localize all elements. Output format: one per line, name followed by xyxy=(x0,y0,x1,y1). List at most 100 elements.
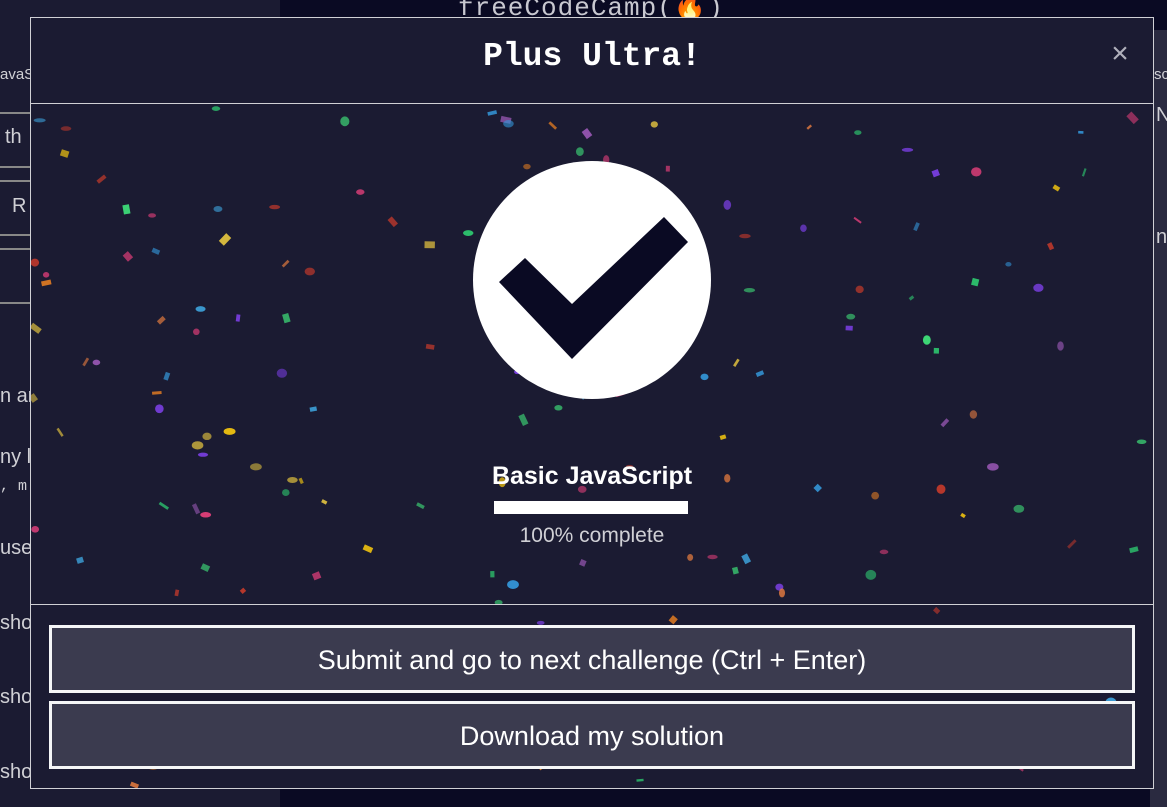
confetti-piece xyxy=(854,130,862,135)
confetti-piece xyxy=(971,167,982,177)
confetti-piece xyxy=(1136,439,1147,445)
submit-next-challenge-button[interactable]: Submit and go to next challenge (Ctrl + … xyxy=(49,625,1135,693)
confetti-piece xyxy=(778,588,786,598)
confetti-piece xyxy=(304,267,315,276)
background-text: n xyxy=(1156,226,1167,248)
confetti-piece xyxy=(92,359,101,366)
confetti-piece xyxy=(579,558,587,567)
completion-modal: Plus Ultra! × Basic JavaScript 100% comp… xyxy=(30,17,1154,789)
confetti-piece xyxy=(31,322,42,334)
confetti-piece xyxy=(1005,262,1012,267)
confetti-piece xyxy=(282,313,291,324)
confetti-piece xyxy=(193,328,200,336)
confetti-piece xyxy=(846,313,856,320)
confetti-piece xyxy=(743,287,756,293)
checkmark-icon xyxy=(473,161,711,399)
confetti-piece xyxy=(211,106,221,111)
confetti-piece xyxy=(31,393,39,403)
progress-bar xyxy=(494,501,688,514)
close-icon[interactable]: × xyxy=(1105,36,1135,72)
background-text: th xyxy=(5,126,22,148)
confetti-piece xyxy=(913,222,920,232)
confetti-piece xyxy=(1033,283,1044,292)
confetti-piece xyxy=(223,428,236,435)
background-text: N xyxy=(1156,104,1167,126)
confetti-piece xyxy=(554,405,563,411)
confetti-piece xyxy=(311,571,322,581)
confetti-piece xyxy=(195,306,206,312)
confetti-piece xyxy=(129,781,140,788)
confetti-piece xyxy=(853,216,862,224)
confetti-piece xyxy=(650,121,658,128)
confetti-piece xyxy=(933,347,940,354)
confetti-piece xyxy=(755,370,765,377)
confetti-piece xyxy=(581,127,593,140)
confetti-piece xyxy=(1081,168,1087,177)
confetti-piece xyxy=(218,233,232,246)
confetti-piece xyxy=(239,587,247,594)
download-solution-button[interactable]: Download my solution xyxy=(49,701,1135,769)
confetti-piece xyxy=(281,259,290,268)
modal-title: Plus Ultra! xyxy=(483,38,701,75)
confetti-piece xyxy=(31,258,40,267)
confetti-piece xyxy=(503,119,514,128)
confetti-piece xyxy=(96,174,107,184)
confetti-piece xyxy=(922,335,931,345)
confetti-piece xyxy=(59,149,70,158)
background-text: use xyxy=(0,537,33,559)
confetti-piece xyxy=(269,204,281,210)
confetti-piece xyxy=(82,357,90,367)
confetti-piece xyxy=(235,314,241,322)
confetti-piece xyxy=(41,279,52,287)
confetti-piece xyxy=(487,110,498,116)
confetti-piece xyxy=(731,566,739,575)
confetti-piece xyxy=(723,200,732,210)
background-input xyxy=(0,248,32,304)
confetti-piece xyxy=(668,615,678,625)
confetti-piece xyxy=(309,406,318,412)
confetti-piece xyxy=(687,553,694,561)
confetti-piece xyxy=(575,147,584,156)
confetti-piece xyxy=(33,118,46,123)
confetti-piece xyxy=(548,121,558,130)
background-text: ny l xyxy=(0,446,32,468)
confetti-piece xyxy=(500,115,512,124)
confetti-piece xyxy=(940,418,950,428)
confetti-piece xyxy=(200,512,212,518)
confetti-piece xyxy=(719,434,727,440)
modal-footer xyxy=(31,604,1153,605)
confetti-piece xyxy=(56,427,64,437)
confetti-piece xyxy=(122,251,134,262)
confetti-piece xyxy=(636,778,644,782)
confetti-piece xyxy=(865,569,877,580)
confetti-piece xyxy=(76,556,84,564)
confetti-piece xyxy=(931,169,940,178)
confetti-piece xyxy=(707,554,718,560)
confetti-piece xyxy=(191,441,204,450)
confetti-piece xyxy=(213,205,223,212)
confetti-piece xyxy=(733,358,740,367)
background-text: sc xyxy=(1154,66,1167,83)
confetti-piece xyxy=(122,204,131,215)
confetti-piece xyxy=(200,563,211,572)
confetti-piece xyxy=(806,124,813,130)
confetti-piece xyxy=(960,512,966,519)
block-title: Basic JavaScript xyxy=(491,462,693,490)
confetti-piece xyxy=(156,315,166,325)
confetti-piece xyxy=(518,413,529,427)
confetti-piece xyxy=(1126,111,1139,125)
background-text: , m xyxy=(0,478,28,495)
confetti-piece xyxy=(908,295,915,301)
confetti-piece xyxy=(490,571,495,578)
confetti-piece xyxy=(148,213,157,218)
confetti-piece xyxy=(416,502,425,510)
background-text: sho xyxy=(0,761,33,783)
confetti-piece xyxy=(202,432,212,441)
confetti-piece xyxy=(969,410,978,419)
background-text: R xyxy=(12,195,27,217)
confetti-piece xyxy=(356,189,365,195)
confetti-piece xyxy=(1052,184,1061,192)
confetti-piece xyxy=(1047,242,1055,251)
confetti-piece xyxy=(855,285,864,294)
confetti-piece xyxy=(191,503,201,515)
